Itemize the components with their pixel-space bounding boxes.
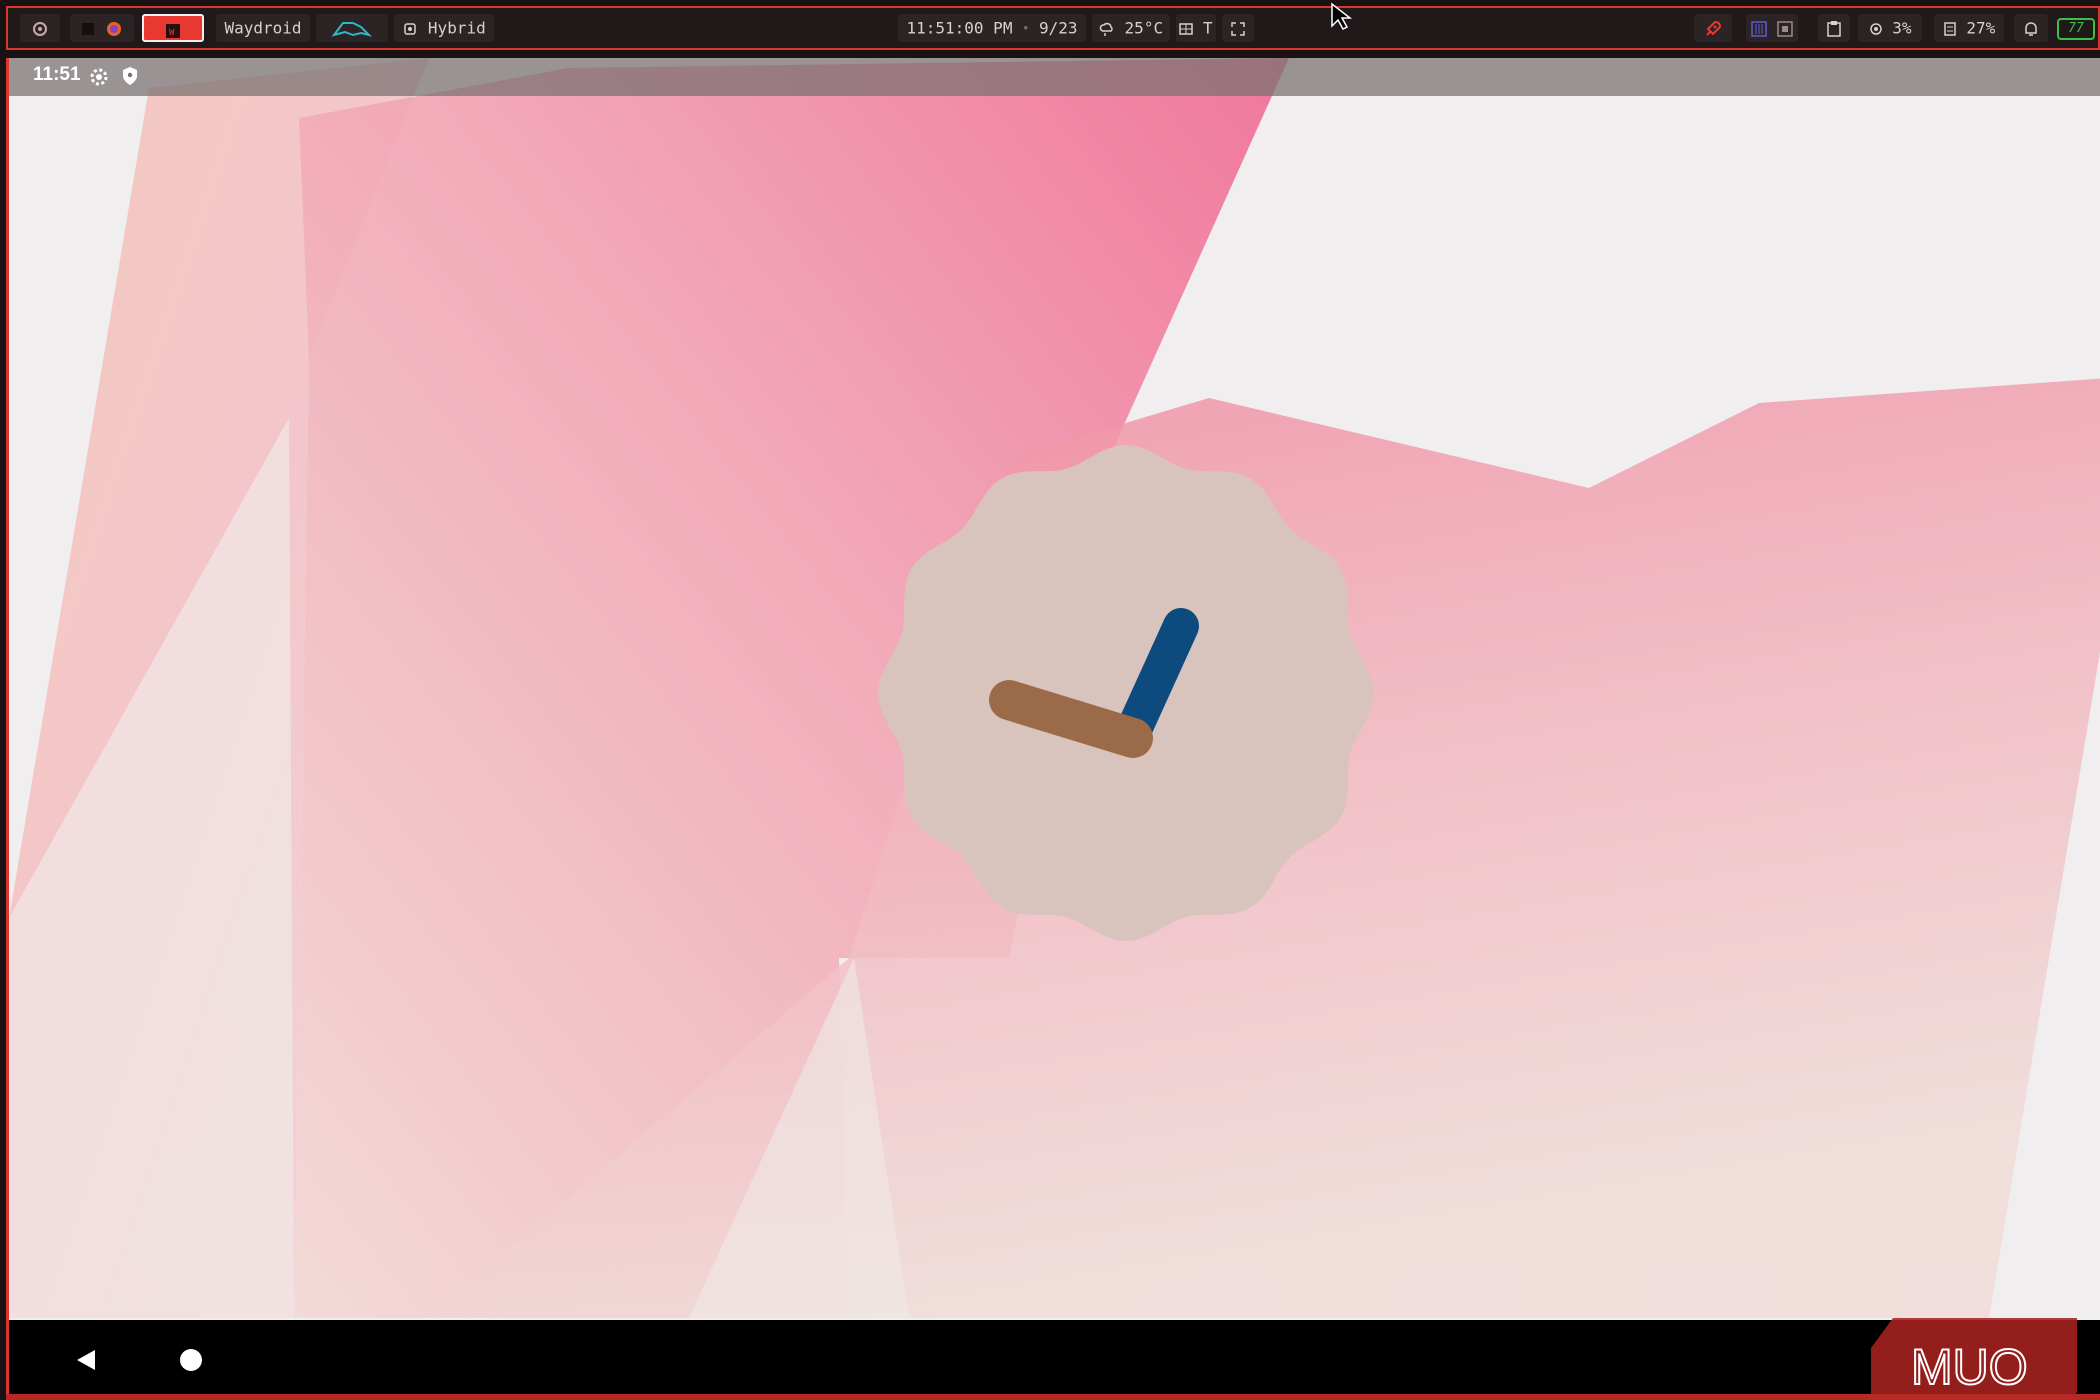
clipboard-button[interactable] <box>1818 14 1850 42</box>
back-icon[interactable] <box>75 1348 97 1372</box>
cloud-rain-icon <box>1099 22 1113 36</box>
keyboard-icon <box>1179 22 1194 35</box>
svg-text:W: W <box>169 28 175 38</box>
terminal-small-icon <box>82 22 95 35</box>
power-mode-button[interactable]: Hybrid <box>394 14 494 42</box>
cpu-icon <box>404 22 417 35</box>
battery-level: 77 <box>2057 17 2095 40</box>
gear-icon <box>90 68 108 86</box>
workspace-two-icon <box>1777 20 1793 37</box>
clock-face <box>878 445 1374 941</box>
launcher-button[interactable] <box>1694 14 1732 42</box>
workspaces-indicator[interactable] <box>1746 14 1798 42</box>
android-navigation-bar <box>9 1320 2100 1396</box>
date-separator: • <box>1022 21 1030 36</box>
mouse-cursor <box>1331 2 1353 30</box>
workspace-name: Waydroid <box>224 18 302 38</box>
memory-usage: 27% <box>1966 18 1996 38</box>
shield-icon <box>123 67 137 85</box>
notifications-button[interactable] <box>2014 14 2048 42</box>
fullscreen-icon <box>1231 21 1245 36</box>
top-bar: W Waydroid Hybrid 11:51:00 PM • 9/23 25°… <box>6 6 2100 50</box>
app-icon <box>33 21 47 36</box>
muo-watermark: MUO <box>1871 1318 2077 1396</box>
muo-watermark-text: MUO <box>1911 1339 2028 1395</box>
cpu-usage-icon <box>1869 22 1882 35</box>
weather-widget[interactable]: 25°C <box>1092 14 1170 42</box>
date: 9/23 <box>1038 18 1078 38</box>
window-border-bottom <box>6 1394 2100 1400</box>
analog-clock-widget[interactable] <box>871 438 1381 948</box>
waydroid-window: 11:51 MUO <box>6 58 2100 1396</box>
keyboard-layout-button[interactable]: T <box>1176 14 1216 42</box>
battery-indicator[interactable]: 77 <box>2054 14 2098 42</box>
cpu-usage-widget[interactable]: 3% <box>1858 14 1922 42</box>
memory-icon <box>1943 21 1956 36</box>
bell-icon <box>2025 21 2037 36</box>
rocket-icon <box>1706 20 1722 36</box>
weather-temp: 25°C <box>1124 18 1164 38</box>
arch-logo-button[interactable] <box>316 14 388 42</box>
app-launcher-button[interactable] <box>20 14 60 42</box>
cpu-usage: 3% <box>1892 18 1912 38</box>
status-time: 11:51 <box>33 64 81 85</box>
firefox-icon <box>106 21 121 36</box>
taskbar-app-group[interactable] <box>70 14 134 42</box>
memory-usage-widget[interactable]: 27% <box>1934 14 2004 42</box>
power-mode-label: Hybrid <box>427 18 486 38</box>
clock-widget-topbar[interactable]: 11:51:00 PM • 9/23 <box>898 14 1086 42</box>
android-status-bar: 11:51 <box>9 58 2100 96</box>
arch-linux-icon <box>331 21 373 37</box>
clock-time: 11:51:00 PM <box>906 18 1013 38</box>
keyboard-layout-label: T <box>1203 18 1213 38</box>
home-icon[interactable] <box>179 1348 203 1372</box>
workspace-label[interactable]: Waydroid <box>216 14 310 42</box>
workspace-one-icon <box>1751 20 1767 37</box>
clipboard-icon <box>1827 20 1841 37</box>
active-app-button[interactable]: W <box>142 14 204 42</box>
screenshot-button[interactable] <box>1222 14 1254 42</box>
terminal-icon: W <box>166 23 180 38</box>
